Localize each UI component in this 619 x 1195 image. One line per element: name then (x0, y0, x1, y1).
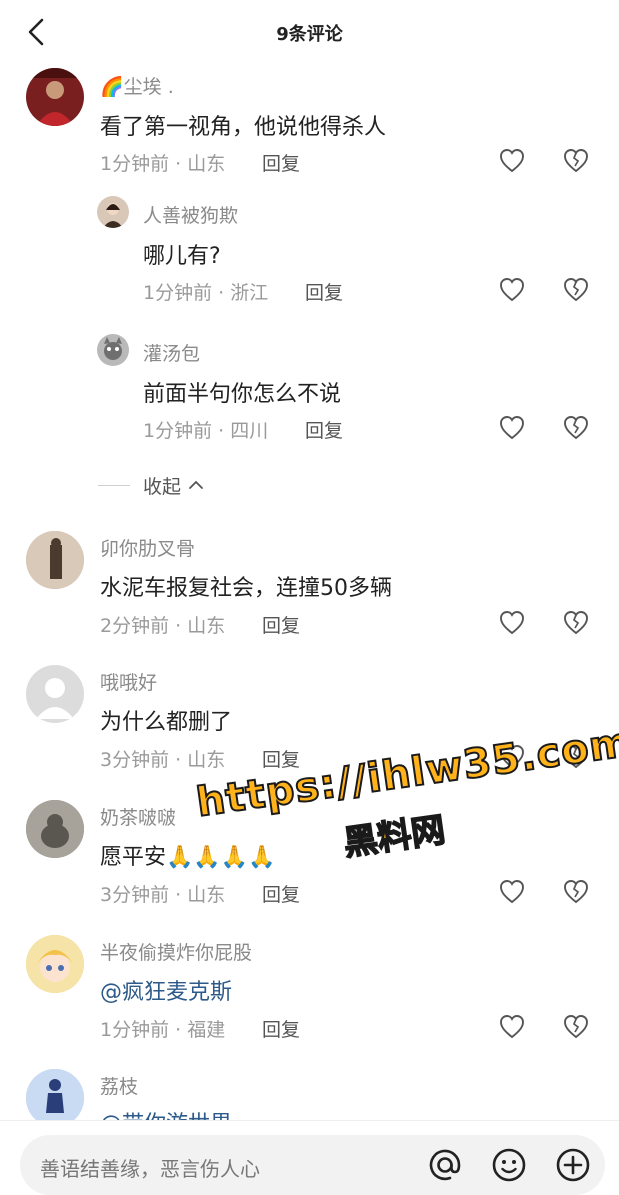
comment-time: 1分钟前 (100, 1019, 170, 1041)
username[interactable]: 荔枝 (100, 1072, 138, 1099)
heart-icon[interactable] (499, 1014, 525, 1040)
broken-heart-icon[interactable] (563, 148, 589, 174)
username[interactable]: 半夜偷摸炸你屁股 (100, 938, 252, 965)
comment-meta: 1分钟前 · 福建 (100, 1015, 225, 1042)
chevron-up-icon[interactable] (187, 476, 205, 494)
comment-location: 四川 (230, 420, 269, 442)
at-icon[interactable] (426, 1146, 464, 1184)
comment-time: 2分钟前 (100, 615, 170, 637)
comment-time: 1分钟前 (100, 153, 170, 175)
heart-icon[interactable] (499, 879, 525, 905)
broken-heart-icon[interactable] (563, 277, 589, 303)
username[interactable]: 卯你肋叉骨 (100, 534, 195, 561)
watermark-text: 黑料网 (340, 809, 448, 864)
comment-input-bar: 善语结善缘，恶言伤人心 (0, 1120, 619, 1195)
comment-location: 山东 (187, 153, 226, 175)
avatar[interactable] (26, 665, 84, 723)
heart-icon[interactable] (499, 148, 525, 174)
comment-input[interactable]: 善语结善缘，恶言伤人心 (20, 1135, 605, 1195)
emoji-icon[interactable] (490, 1146, 528, 1184)
comment-text: 水泥车报复社会，连撞50多辆 (100, 576, 392, 601)
comment-time: 3分钟前 (100, 749, 170, 771)
comment-text: 为什么都删了 (100, 710, 233, 735)
meta-separator: · (175, 749, 182, 771)
watermark: https://ihlw35.com 黑料网 (193, 718, 619, 900)
reply-button[interactable]: 回复 (305, 416, 343, 443)
reply-button[interactable]: 回复 (262, 1015, 300, 1042)
meta-separator: · (218, 282, 225, 304)
comment-meta: 3分钟前 · 山东 (100, 880, 225, 907)
comment-location: 山东 (187, 615, 226, 637)
comment-location: 山东 (187, 749, 226, 771)
avatar[interactable] (97, 196, 129, 228)
comment-location: 福建 (187, 1019, 226, 1041)
collapse-replies-button[interactable]: 收起 (143, 472, 181, 499)
reply-button[interactable]: 回复 (262, 149, 300, 176)
username[interactable]: 哦哦好 (100, 668, 157, 695)
avatar[interactable] (26, 800, 84, 858)
comment-time: 3分钟前 (100, 884, 170, 906)
avatar[interactable] (26, 531, 84, 589)
username[interactable]: 灌汤包 (143, 339, 200, 366)
heart-icon[interactable] (499, 415, 525, 441)
meta-separator: · (175, 884, 182, 906)
plus-circle-icon[interactable] (554, 1146, 592, 1184)
comment-meta: 1分钟前 · 山东 (100, 149, 225, 176)
heart-icon[interactable] (499, 277, 525, 303)
meta-separator: · (218, 420, 225, 442)
broken-heart-icon[interactable] (563, 1014, 589, 1040)
heart-icon[interactable] (499, 610, 525, 636)
broken-heart-icon[interactable] (563, 879, 589, 905)
comment-meta: 3分钟前 · 山东 (100, 745, 225, 772)
comment-text: 前面半句你怎么不说 (143, 382, 342, 407)
avatar[interactable] (26, 935, 84, 993)
meta-separator: · (175, 615, 182, 637)
broken-heart-icon[interactable] (563, 610, 589, 636)
comment-input-placeholder: 善语结善缘，恶言伤人心 (40, 1157, 260, 1181)
broken-heart-icon[interactable] (563, 415, 589, 441)
avatar[interactable] (26, 68, 84, 126)
avatar[interactable] (97, 334, 129, 366)
username[interactable]: 🌈尘埃 . (100, 72, 174, 99)
avatar[interactable] (26, 1069, 84, 1127)
mention-link[interactable]: @疯狂麦克斯 (100, 974, 232, 1006)
comment-meta: 1分钟前 · 四川 (143, 416, 268, 443)
comment-time: 1分钟前 (143, 420, 213, 442)
rainbow-icon: 🌈 (100, 76, 124, 98)
comment-location: 浙江 (230, 282, 269, 304)
meta-separator: · (175, 153, 182, 175)
comment-meta: 1分钟前 · 浙江 (143, 278, 268, 305)
comment-text: 哪儿有? (143, 244, 221, 269)
meta-separator: · (175, 1019, 182, 1041)
comment-meta: 2分钟前 · 山东 (100, 611, 225, 638)
username[interactable]: 人善被狗欺 (143, 201, 238, 228)
comment-time: 1分钟前 (143, 282, 213, 304)
reply-button[interactable]: 回复 (305, 278, 343, 305)
comment-text: 看了第一视角，他说他得杀人 (100, 115, 387, 140)
divider (98, 485, 130, 486)
page-title: 9条评论 (276, 24, 343, 45)
username[interactable]: 奶茶啵啵 (100, 803, 176, 830)
top-bar: 9条评论 (0, 0, 619, 64)
reply-button[interactable]: 回复 (262, 611, 300, 638)
